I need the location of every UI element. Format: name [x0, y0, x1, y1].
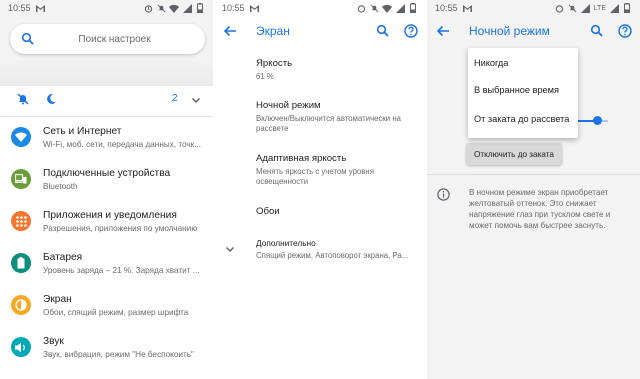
dnd-off-icon [16, 92, 30, 106]
status-bar: 10:55 [214, 0, 426, 16]
apps-icon [11, 211, 31, 231]
search-icon [21, 32, 35, 46]
battery-status-icon [622, 3, 632, 13]
item-subtitle: Обои, спящий режим, размер шрифта [43, 308, 189, 317]
item-subtitle: Разрешения, приложения по умолчанию [43, 224, 198, 233]
setting-advanced[interactable]: Дополнительно Спящий режим, Автоповорот … [256, 238, 421, 261]
sound-icon [11, 337, 31, 357]
menu-option-custom-time[interactable]: В выбранное время [474, 85, 559, 95]
alarm-icon [356, 3, 366, 13]
setting-title: Адаптивная яркость [256, 153, 347, 164]
dnd-off-icon [156, 3, 166, 13]
battery-status-icon [195, 3, 205, 13]
intensity-slider-thumb[interactable] [593, 116, 602, 125]
screenshot-stage: 10:55 Поиск настроек 2 Сеть и Интернет W… [0, 0, 640, 379]
list-divider [0, 116, 213, 117]
night-mode-panel: 10:55 LTE Ночной режим Отключить до зака… [427, 0, 640, 379]
help-icon[interactable] [618, 24, 632, 38]
help-icon[interactable] [404, 24, 418, 38]
setting-brightness[interactable]: Яркость 61 % [256, 58, 421, 82]
settings-item-apps[interactable]: Приложения и уведомления Разрешения, при… [0, 202, 213, 244]
scroll-fade [0, 60, 213, 86]
display-icon [11, 295, 31, 315]
item-title: Сеть и Интернет [43, 126, 122, 137]
signal-icon [609, 3, 619, 13]
settings-main-panel: 10:55 Поиск настроек 2 Сеть и Интернет W… [0, 0, 213, 379]
dnd-off-icon [568, 3, 578, 13]
item-title: Экран [43, 294, 72, 305]
signal-icon [395, 3, 405, 13]
item-subtitle: Уровень заряда – 21 %. Заряда хватит ... [43, 266, 200, 275]
setting-title: Обои [256, 206, 280, 217]
alarm-icon [143, 3, 153, 13]
network-type: LTE [593, 4, 606, 12]
back-arrow-icon[interactable] [223, 24, 237, 38]
status-time: 10:55 [8, 3, 31, 13]
status-bar: 10:55 LTE [427, 0, 640, 16]
status-time: 10:55 [435, 3, 458, 13]
setting-subtitle: Спящий режим, Автоповорот экрана, Ра... [256, 251, 409, 260]
page-title: Ночной режим [469, 24, 550, 38]
settings-item-sound[interactable]: Звук Звук, вибрация, режим "Не беспокоит… [0, 328, 213, 370]
app-bar: Экран [214, 16, 426, 46]
battery-icon [11, 253, 31, 273]
wifi-status-icon [169, 3, 179, 13]
section-divider [427, 174, 640, 175]
search-icon[interactable] [590, 24, 604, 38]
night-mode-icon [44, 92, 58, 106]
setting-subtitle: Включен/Выключится автоматически на расс… [256, 114, 401, 133]
setting-subtitle: Менять яркость с учетом уровня освещенно… [256, 167, 374, 186]
night-mode-info-text: В ночном режиме экран приобретает желтов… [469, 188, 611, 230]
status-bar: 10:55 [0, 0, 213, 16]
chevron-down-icon [224, 242, 236, 254]
settings-item-network[interactable]: Сеть и Интернет Wi-Fi, моб. сети, переда… [0, 118, 213, 160]
setting-wallpaper[interactable]: Обои [256, 206, 421, 217]
search-placeholder: Поиск настроек [78, 33, 151, 45]
gmail-icon [463, 3, 473, 13]
signal-icon [581, 3, 591, 13]
search-icon[interactable] [376, 24, 390, 38]
setting-adaptive-brightness[interactable]: Адаптивная яркость Менять яркость с учет… [256, 153, 421, 187]
settings-item-devices[interactable]: Подключенные устройства Bluetooth [0, 160, 213, 202]
intensity-slider-fill [575, 120, 595, 122]
app-bar: Ночной режим [427, 16, 640, 46]
info-icon [437, 188, 450, 201]
chevron-down-icon[interactable] [190, 93, 202, 105]
setting-title: Ночной режим [256, 100, 321, 111]
search-bar[interactable]: Поиск настроек [10, 24, 205, 54]
setting-subtitle: 61 % [256, 72, 274, 81]
conditions-row[interactable]: 2 [0, 86, 213, 112]
wifi-icon [11, 127, 31, 147]
wifi-status-icon [382, 3, 392, 13]
dnd-off-icon [369, 3, 379, 13]
gmail-icon [250, 3, 260, 13]
back-arrow-icon[interactable] [436, 24, 450, 38]
setting-title: Яркость [256, 58, 293, 69]
setting-title: Дополнительно [256, 238, 316, 248]
item-title: Батарея [43, 252, 83, 263]
devices-icon [11, 169, 31, 189]
settings-item-battery[interactable]: Батарея Уровень заряда – 21 %. Заряда хв… [0, 244, 213, 286]
status-time: 10:55 [222, 3, 245, 13]
battery-status-icon [408, 3, 418, 13]
settings-list: 2 Сеть и Интернет Wi-Fi, моб. сети, пере… [0, 86, 213, 379]
menu-option-sunset-sunrise[interactable]: От заката до рассвета [474, 114, 569, 124]
item-subtitle: Звук, вибрация, режим "Не беспокоить" [43, 350, 194, 359]
schedule-dropdown-menu: Никогда В выбранное время От заката до р… [468, 48, 578, 138]
display-settings-panel: 10:55 Экран Яркость 61 % Ночной режим Вк… [214, 0, 426, 379]
signal-icon [182, 3, 192, 13]
setting-night-mode[interactable]: Ночной режим Включен/Выключится автомати… [256, 100, 421, 134]
turn-off-until-sunset-button[interactable]: Отключить до заката [466, 143, 562, 165]
item-subtitle: Bluetooth [43, 182, 78, 191]
page-title: Экран [256, 24, 290, 38]
settings-item-display[interactable]: Экран Обои, спящий режим, размер шрифта [0, 286, 213, 328]
item-title: Подключенные устройства [43, 168, 171, 179]
alarm-icon [555, 3, 565, 13]
item-title: Приложения и уведомления [43, 210, 177, 221]
item-subtitle: Wi-Fi, моб. сети, передача данных, точк.… [43, 140, 202, 149]
menu-option-never[interactable]: Никогда [474, 58, 508, 68]
conditions-count: 2 [172, 93, 178, 104]
item-title: Звук [43, 336, 64, 347]
gmail-icon [36, 3, 46, 13]
